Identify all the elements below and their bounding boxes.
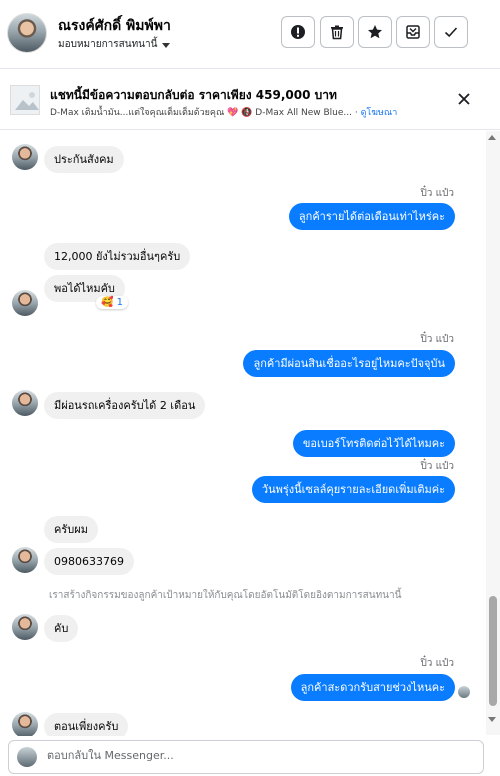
incoming-message[interactable]: ครับผม [44, 516, 98, 543]
contact-avatar-small [12, 290, 38, 316]
sender-name: ปิ๋ว แป๋ว [420, 188, 454, 199]
inbox-icon [406, 25, 420, 39]
outgoing-message[interactable]: ลูกค้ารายได้ต่อเดือนเท่าไหร่คะ [288, 203, 455, 230]
contact-avatar-small [12, 547, 38, 573]
outgoing-message[interactable]: ขอเบอร์โทรติดต่อไว้ได้ไหมคะ [292, 430, 455, 457]
contact-avatar-small [12, 614, 38, 640]
conversation-header: ณรงค์ศักดิ์ พิมพ์พา มอบหมายการสนทนานี้ [0, 0, 500, 68]
contact-avatar[interactable] [7, 13, 47, 53]
outgoing-message[interactable]: ลูกค้ามีผ่อนสินเชื่ออะไรอยู่ไหมคะปัจจุบั… [243, 350, 455, 377]
seen-receipt-avatar [458, 686, 470, 698]
incoming-message[interactable]: 12,000 ยังไม่รวมอื่นๆครับ [44, 243, 191, 270]
move-to-inbox-button[interactable] [396, 16, 430, 48]
delete-button[interactable] [320, 16, 354, 48]
incoming-message[interactable]: มีผ่อนรถเครื่องครับได้ 2 เดือน [44, 392, 206, 419]
scroll-up-arrow[interactable] [488, 135, 496, 140]
reply-composer[interactable] [8, 740, 484, 774]
star-button[interactable] [358, 16, 392, 48]
love-reaction-badge[interactable]: 🥰 1 [96, 296, 128, 309]
assign-label: มอบหมายการสนทนานี้ [58, 39, 158, 50]
caret-down-icon [162, 42, 171, 48]
incoming-message[interactable]: ประกันสังคม [44, 146, 124, 173]
star-icon [368, 25, 382, 39]
close-icon[interactable] [456, 91, 472, 107]
incoming-message[interactable]: คับ [44, 615, 79, 642]
system-notice: เราสร้างกิจกรรมของลูกค้าเป้าหมายให้กับคุ… [49, 590, 402, 601]
view-ad-link[interactable]: ดูโฆษณา [361, 108, 398, 118]
outgoing-message[interactable]: ลูกค้าสะดวกรับสายช่วงไหนคะ [290, 674, 455, 701]
sender-name: ปิ๋ว แป๋ว [420, 334, 454, 345]
mark-done-button[interactable] [434, 16, 468, 48]
banner-title: แชทนี้มีข้อความตอบกลับต่อ ราคาเพียง 459,… [50, 88, 337, 102]
composer-area [0, 736, 500, 776]
reply-input[interactable] [47, 749, 467, 762]
banner-subtitle-text: D-Max เติมน้ำมัน...แต่ใจคุณเต็มเต็มด้วยค… [50, 108, 358, 118]
sender-name: ปิ๋ว แป๋ว [420, 461, 454, 472]
contact-avatar-small [12, 390, 38, 416]
contact-avatar-small [12, 712, 38, 738]
contact-avatar-small [12, 144, 38, 170]
chat-scrollbar-thumb[interactable] [489, 596, 497, 706]
ad-reply-banner: แชทนี้มีข้อความตอบกลับต่อ ราคาเพียง 459,… [0, 68, 500, 130]
outgoing-message[interactable]: วันพรุ่งนี้เซลล์คุยรายละเอียดเพิ่มเติมค่… [251, 476, 455, 503]
contact-name[interactable]: ณรงค์ศักดิ์ พิมพ์พา [58, 15, 171, 37]
check-icon [444, 27, 458, 38]
trash-icon [331, 25, 343, 40]
mark-spam-button[interactable] [281, 16, 315, 48]
assign-conversation-dropdown[interactable]: มอบหมายการสนทนานี้ [58, 37, 171, 52]
ad-thumbnail [10, 85, 40, 115]
banner-subtitle: D-Max เติมน้ำมัน...แต่ใจคุณเต็มเต็มด้วยค… [50, 105, 397, 119]
sender-name: ปิ๋ว แป๋ว [420, 658, 454, 669]
page-avatar [17, 747, 37, 767]
scroll-down-arrow[interactable] [488, 717, 496, 722]
incoming-message[interactable]: 0980633769 [44, 548, 134, 575]
alert-icon [291, 25, 305, 39]
